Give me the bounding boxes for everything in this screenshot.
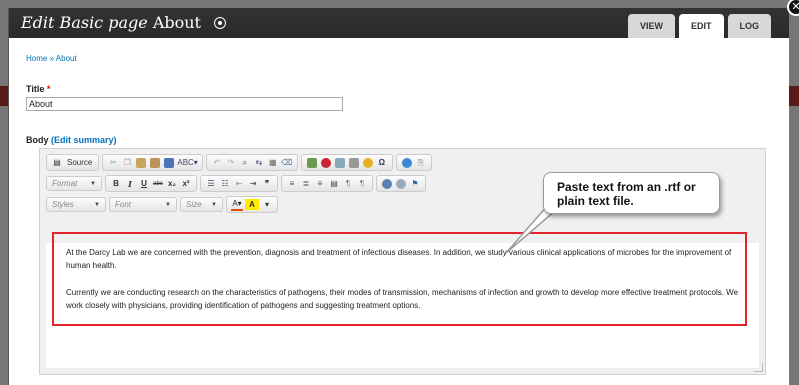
callout-line-1: Paste text from an .rtf or (557, 180, 696, 194)
callout-text: Paste text from an .rtf or plain text fi… (557, 180, 696, 208)
callout-line-2: plain text file. (557, 194, 634, 208)
callout-bubble: Paste text from an .rtf or plain text fi… (543, 172, 720, 214)
